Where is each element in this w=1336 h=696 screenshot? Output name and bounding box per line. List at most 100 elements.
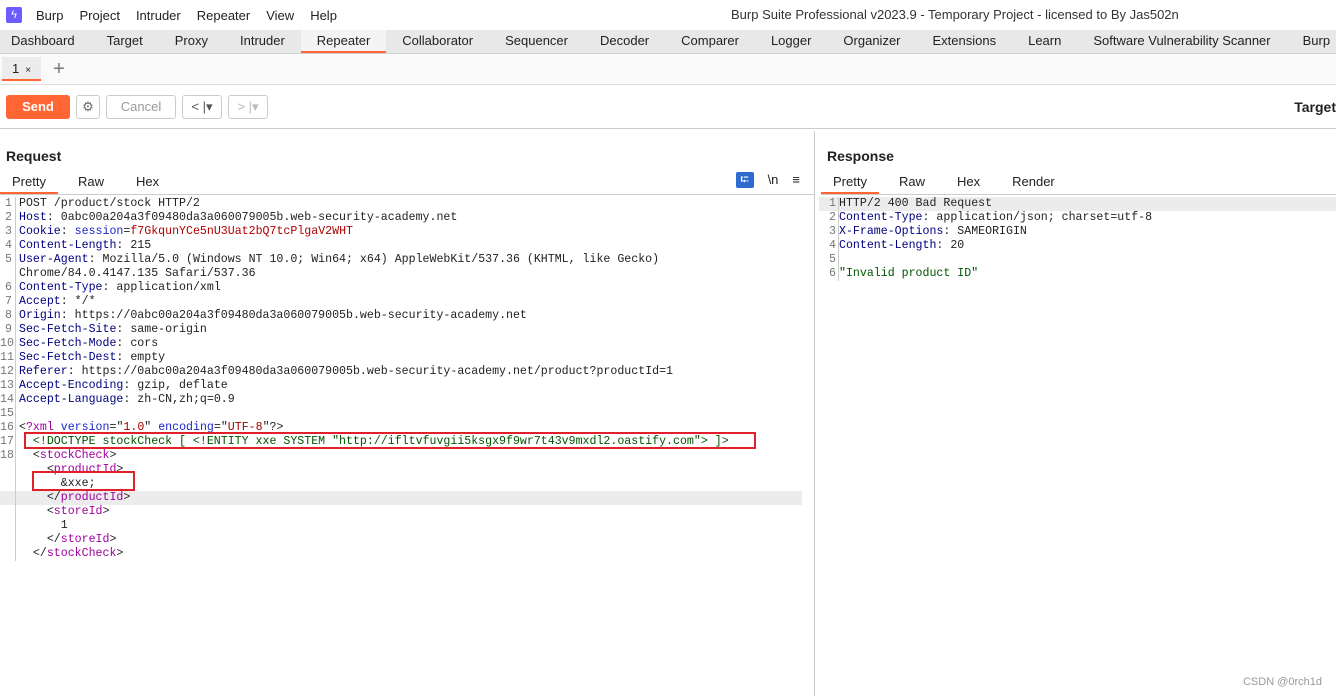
code-line: 2 Host: 0abc00a204a3f09480da3a060079005b.…	[0, 211, 802, 225]
line-number	[0, 505, 16, 519]
line-number: 2	[0, 211, 16, 225]
code-token: >	[102, 505, 110, 518]
send-button[interactable]: Send	[6, 94, 70, 119]
response-tab-render[interactable]: Render	[1000, 171, 1067, 194]
request-tab-pretty[interactable]: Pretty	[0, 171, 58, 194]
doctype-highlight-box	[24, 432, 756, 449]
forward-button[interactable]: > | ▾	[228, 94, 268, 119]
code-token: Chrome/84.0.4147.135 Safari/537.36	[19, 267, 256, 280]
code-token: : zh-CN,zh;q=0.9	[123, 393, 235, 406]
tab-organizer[interactable]: Organizer	[827, 30, 916, 53]
tab-extensions[interactable]: Extensions	[917, 30, 1013, 53]
line-number: 1	[819, 197, 839, 211]
response-editor[interactable]: 1 HTTP/2 400 Bad Request 2 Content-Type: ap…	[819, 197, 1336, 281]
code-token: : 215	[116, 239, 152, 252]
line-number: 5	[819, 253, 839, 267]
code-token: >	[123, 491, 131, 504]
line-number	[0, 463, 16, 477]
line-number: 4	[0, 239, 16, 253]
code-token: : empty	[116, 351, 166, 364]
burp-logo-icon: ϟ	[6, 7, 22, 23]
code-token: Accept-Encoding	[19, 379, 124, 392]
settings-gear-icon[interactable]: ⚙	[76, 94, 100, 119]
code-token: : Mozilla/5.0 (Windows NT 10.0; Win64; x…	[88, 253, 660, 266]
code-line: </storeId >	[0, 533, 802, 547]
tab-dashboard[interactable]: Dashboard	[0, 30, 91, 53]
code-token: </	[19, 533, 61, 546]
menu-repeater[interactable]: Repeater	[197, 8, 250, 23]
tab-learn[interactable]: Learn	[1012, 30, 1077, 53]
request-tab-hex[interactable]: Hex	[124, 171, 171, 194]
request-tabs: Pretty Raw Hex	[0, 171, 814, 195]
code-token: : https://0abc00a204a3f09480da3a06007900…	[60, 309, 527, 322]
repeater-tabs: 1 × +	[0, 54, 1336, 85]
tab-repeater[interactable]: Repeater	[300, 30, 387, 53]
tab-software-vulnerability-scanner[interactable]: Software Vulnerability Scanner	[1077, 30, 1286, 53]
menu-intruder[interactable]: Intruder	[136, 8, 181, 23]
code-token: : same-origin	[116, 323, 207, 336]
menu-view[interactable]: View	[266, 8, 294, 23]
code-token: User-Agent	[19, 253, 89, 266]
code-line: 1 POST /product/stock HTTP/2	[0, 197, 802, 211]
cancel-button[interactable]: Cancel	[106, 94, 176, 119]
tab-proxy[interactable]: Proxy	[159, 30, 224, 53]
code-token: : application/xml	[102, 281, 221, 294]
code-line: 6 "Invalid product ID"	[819, 267, 1336, 281]
back-button[interactable]: < | ▾	[182, 94, 222, 119]
code-line: </productId >	[0, 491, 802, 505]
response-title: Response	[827, 148, 894, 164]
code-line: 14 Accept-Language: zh-CN,zh;q=0.9	[0, 393, 802, 407]
line-number: 7	[0, 295, 16, 309]
code-line: Chrome/84.0.4147.135 Safari/537.36	[0, 267, 802, 281]
code-line: 9 Sec-Fetch-Site: same-origin	[0, 323, 802, 337]
request-pane: Request Pretty Raw Hex ⮓ \n ≡ 1 POST /produ…	[0, 131, 814, 696]
code-line: 5 User-Agent: Mozilla/5.0 (Windows NT 10.…	[0, 253, 802, 267]
close-icon[interactable]: ×	[25, 65, 31, 76]
tab-collaborator[interactable]: Collaborator	[386, 30, 489, 53]
word-wrap-icon[interactable]: ⮓	[735, 172, 754, 188]
newline-toggle-icon[interactable]: \n	[768, 172, 779, 188]
tab-decoder[interactable]: Decoder	[584, 30, 665, 53]
chevron-right-icon: >	[237, 99, 246, 114]
line-number: 14	[0, 393, 16, 407]
tab-target[interactable]: Target	[91, 30, 159, 53]
code-token: f7GkqunYCe5nU3Uat2bQ7tcPlgaV2WHT	[130, 225, 353, 238]
code-token: Host	[19, 211, 47, 224]
code-line: 5	[819, 253, 1336, 267]
code-line: 18 < stockCheck >	[0, 449, 802, 463]
code-token: : https://0abc00a204a3f09480da3a06007900…	[67, 365, 673, 378]
menu-burp[interactable]: Burp	[36, 8, 63, 23]
tab-comparer[interactable]: Comparer	[665, 30, 755, 53]
line-number: 1	[0, 197, 16, 211]
code-token: stockCheck	[39, 449, 110, 462]
code-token: Sec-Fetch-Mode	[19, 337, 117, 350]
tab-sequencer[interactable]: Sequencer	[489, 30, 584, 53]
response-tab-hex[interactable]: Hex	[945, 171, 992, 194]
code-token: Origin	[19, 309, 61, 322]
menu-project[interactable]: Project	[79, 8, 119, 23]
add-tab-button[interactable]: +	[53, 58, 65, 81]
request-editor[interactable]: 1 POST /product/stock HTTP/2 2 Host: 0abc00…	[0, 197, 802, 561]
request-tab-raw[interactable]: Raw	[66, 171, 116, 194]
code-line: 10 Sec-Fetch-Mode: cors	[0, 337, 802, 351]
menu-icon[interactable]: ≡	[792, 172, 800, 188]
tab-intruder[interactable]: Intruder	[224, 30, 301, 53]
entity-highlight-box	[32, 471, 135, 491]
code-token: : gzip, deflate	[123, 379, 228, 392]
window-title: Burp Suite Professional v2023.9 - Tempor…	[731, 7, 1179, 22]
code-token: HTTP/2 400 Bad Request	[839, 197, 993, 210]
tab-burp[interactable]: Burp	[1287, 30, 1336, 53]
tab-logger[interactable]: Logger	[755, 30, 827, 53]
chevron-left-icon: <	[191, 99, 200, 114]
code-token: </	[19, 547, 47, 560]
menu-help[interactable]: Help	[310, 8, 337, 23]
target-label[interactable]: Target	[1294, 99, 1336, 115]
response-tab-raw[interactable]: Raw	[887, 171, 937, 194]
response-tab-pretty[interactable]: Pretty	[821, 171, 879, 194]
code-token: <	[19, 505, 54, 518]
repeater-tab-1[interactable]: 1 ×	[2, 57, 42, 81]
line-number: 2	[819, 211, 839, 225]
line-number: 12	[0, 365, 16, 379]
line-number: 18	[0, 449, 16, 463]
code-token: Accept-Language	[19, 393, 124, 406]
